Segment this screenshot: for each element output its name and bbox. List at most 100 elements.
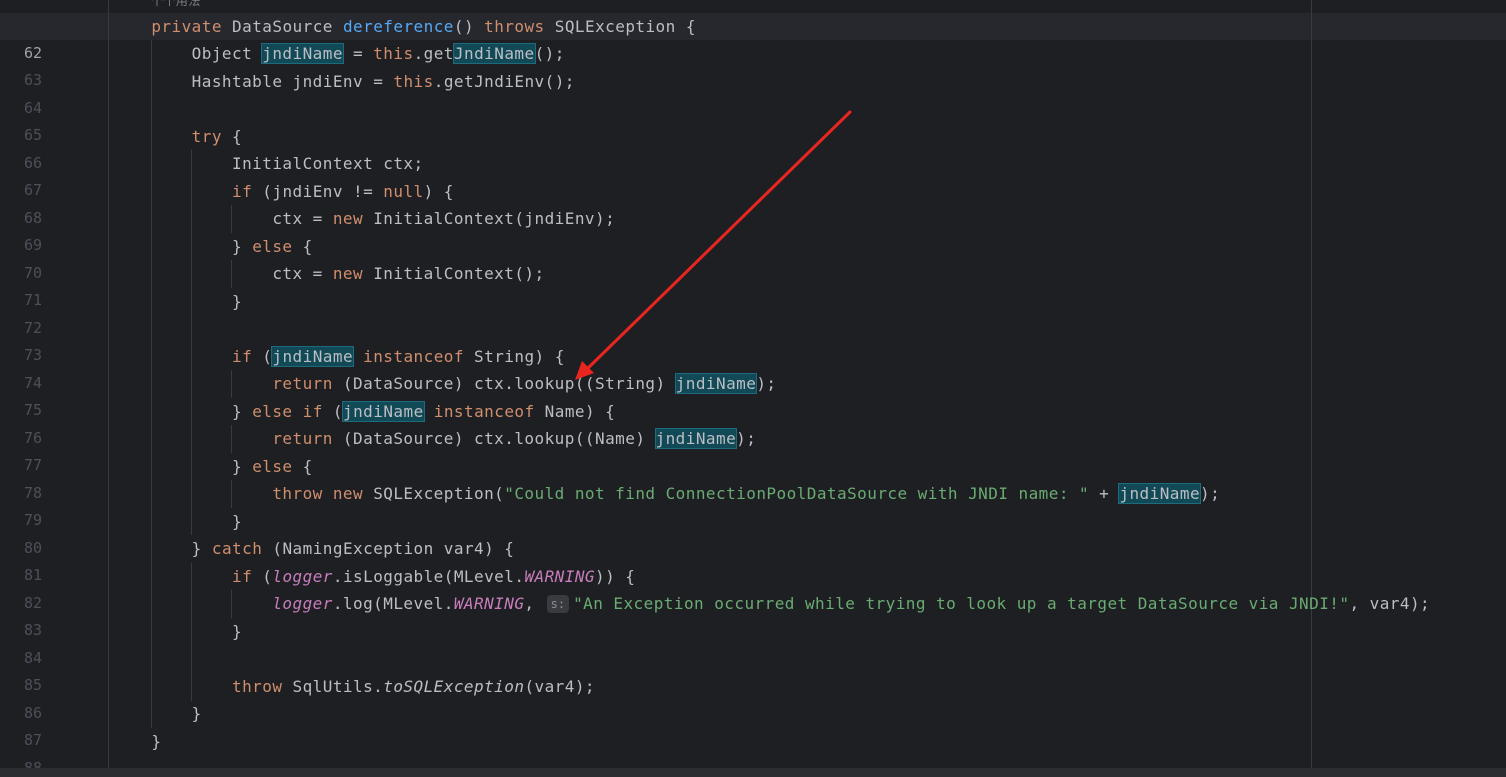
code-token[interactable]: }: [151, 732, 161, 751]
keyword-token[interactable]: private: [151, 17, 222, 36]
code-token[interactable]: )) {: [595, 567, 635, 586]
code-token[interactable]: InitialContext(jndiEnv);: [373, 209, 615, 228]
code-line[interactable]: 78 } else {: [0, 453, 1506, 502]
code-token[interactable]: .getJndiEnv();: [434, 72, 575, 91]
code-line[interactable]: 65: [0, 95, 1506, 144]
code-token[interactable]: SqlUtils.: [293, 677, 384, 696]
code-text[interactable]: } else {: [111, 453, 313, 480]
code-token[interactable]: InitialContext();: [373, 264, 544, 283]
code-line[interactable]: 69 ctx = new InitialContext(jndiEnv);: [0, 205, 1506, 254]
code-line[interactable]: 68 if (jndiEnv != null) {: [0, 178, 1506, 227]
code-token[interactable]: dereference: [343, 17, 454, 36]
code-text[interactable]: ctx = new InitialContext();: [111, 260, 545, 287]
code-text[interactable]: } else if (jndiName instanceof Name) {: [111, 398, 615, 425]
code-token[interactable]: (: [262, 567, 272, 586]
code-line[interactable]: 76 } else if (jndiName instanceof Name) …: [0, 398, 1506, 447]
keyword-token[interactable]: throw: [232, 677, 282, 696]
code-token[interactable]: (DataSource) ctx.lookup((String): [343, 374, 666, 393]
code-token[interactable]: (: [262, 182, 272, 201]
code-token[interactable]: DataSource: [232, 17, 333, 36]
code-line[interactable]: 63 Object jndiName = this.getJndiName();: [0, 40, 1506, 89]
keyword-token[interactable]: new: [333, 484, 363, 503]
code-line[interactable]: 87 }: [0, 700, 1506, 749]
keyword-token[interactable]: null: [383, 182, 423, 201]
keyword-token[interactable]: throws: [484, 17, 545, 36]
code-line[interactable]: 62 private DataSource dereference() thro…: [0, 13, 1506, 62]
code-token[interactable]: .get: [414, 44, 454, 63]
keyword-token[interactable]: if: [232, 567, 252, 586]
identifier-highlight[interactable]: jndiName: [1118, 483, 1202, 504]
code-token[interactable]: Object: [192, 44, 253, 63]
code-line[interactable]: 85: [0, 645, 1506, 694]
keyword-token[interactable]: if: [232, 182, 252, 201]
code-token[interactable]: }: [232, 402, 242, 421]
code-token[interactable]: (): [454, 17, 474, 36]
code-text[interactable]: ctx = new InitialContext(jndiEnv);: [111, 205, 615, 232]
code-token[interactable]: (DataSource) ctx.lookup((Name): [343, 429, 645, 448]
code-text[interactable]: if (jndiName instanceof String) {: [111, 343, 565, 370]
code-token[interactable]: {: [303, 457, 313, 476]
code-line[interactable]: 70 } else {: [0, 233, 1506, 282]
keyword-token[interactable]: this: [393, 72, 433, 91]
keyword-token[interactable]: return: [272, 429, 333, 448]
code-text[interactable]: InitialContext ctx;: [111, 150, 424, 177]
keyword-token[interactable]: if: [303, 402, 323, 421]
code-token[interactable]: ,: [524, 594, 534, 613]
keyword-token[interactable]: new: [333, 209, 363, 228]
code-token[interactable]: (var4);: [524, 677, 595, 696]
static-field-token[interactable]: logger: [272, 594, 333, 613]
identifier-highlight[interactable]: jndiName: [654, 428, 738, 449]
code-text[interactable]: if (logger.isLoggable(MLevel.WARNING)) {: [111, 563, 635, 590]
code-token[interactable]: .isLoggable(MLevel.: [333, 567, 525, 586]
code-text[interactable]: }: [111, 508, 242, 535]
string-literal[interactable]: "Could not find ConnectionPoolDataSource…: [504, 484, 1089, 503]
code-token[interactable]: +: [1099, 484, 1109, 503]
keyword-token[interactable]: instanceof: [434, 402, 535, 421]
keyword-token[interactable]: new: [333, 264, 363, 283]
code-token[interactable]: (NamingException var4) {: [272, 539, 514, 558]
code-text[interactable]: }: [111, 618, 242, 645]
code-token[interactable]: }: [232, 292, 242, 311]
keyword-token[interactable]: else: [252, 402, 292, 421]
code-token[interactable]: {: [686, 17, 696, 36]
code-line[interactable]: 84 }: [0, 618, 1506, 667]
code-token[interactable]: }: [232, 237, 242, 256]
code-token[interactable]: toSQLException: [383, 677, 524, 696]
code-text[interactable]: return (DataSource) ctx.lookup((String) …: [111, 370, 777, 397]
code-line[interactable]: 74 if (jndiName instanceof String) {: [0, 343, 1506, 392]
code-text[interactable]: if (jndiEnv != null) {: [111, 178, 454, 205]
code-token[interactable]: );: [756, 374, 776, 393]
keyword-token[interactable]: this: [373, 44, 413, 63]
code-token[interactable]: =: [353, 44, 363, 63]
keyword-token[interactable]: else: [252, 237, 292, 256]
identifier-highlight[interactable]: jndiName: [261, 43, 344, 64]
code-token[interactable]: String) {: [474, 347, 565, 366]
code-text[interactable]: }: [111, 728, 161, 755]
code-token[interactable]: jndiEnv !=: [272, 182, 373, 201]
code-token[interactable]: Name) {: [545, 402, 616, 421]
identifier-highlight[interactable]: JndiName: [452, 43, 536, 64]
static-field-token[interactable]: WARNING: [454, 594, 525, 613]
code-token[interactable]: }: [232, 512, 242, 531]
code-token[interactable]: (: [333, 402, 343, 421]
code-text[interactable]: try {: [111, 123, 242, 150]
code-token[interactable]: }: [232, 457, 242, 476]
code-token[interactable]: }: [192, 704, 202, 723]
code-token[interactable]: }: [192, 539, 202, 558]
code-token[interactable]: jndiEnv: [293, 72, 364, 91]
code-line[interactable]: 82 if (logger.isLoggable(MLevel.WARNING)…: [0, 563, 1506, 612]
horizontal-scrollbar[interactable]: [0, 768, 1506, 777]
code-line[interactable]: 83 logger.log(MLevel.WARNING, s: "An Exce…: [0, 590, 1506, 639]
code-token[interactable]: {: [303, 237, 313, 256]
code-line[interactable]: 80 }: [0, 508, 1506, 557]
code-text[interactable]: private DataSource dereference() throws …: [111, 13, 696, 40]
code-token[interactable]: ctx =: [272, 264, 322, 283]
code-text[interactable]: throw new SQLException("Could not find C…: [111, 480, 1220, 507]
code-line[interactable]: 67 InitialContext ctx;: [0, 150, 1506, 199]
code-token[interactable]: {: [232, 127, 242, 146]
code-token[interactable]: , var4);: [1349, 594, 1430, 613]
keyword-token[interactable]: instanceof: [363, 347, 464, 366]
static-field-token[interactable]: logger: [272, 567, 333, 586]
keyword-token[interactable]: throw: [272, 484, 322, 503]
code-token[interactable]: ();: [535, 44, 565, 63]
